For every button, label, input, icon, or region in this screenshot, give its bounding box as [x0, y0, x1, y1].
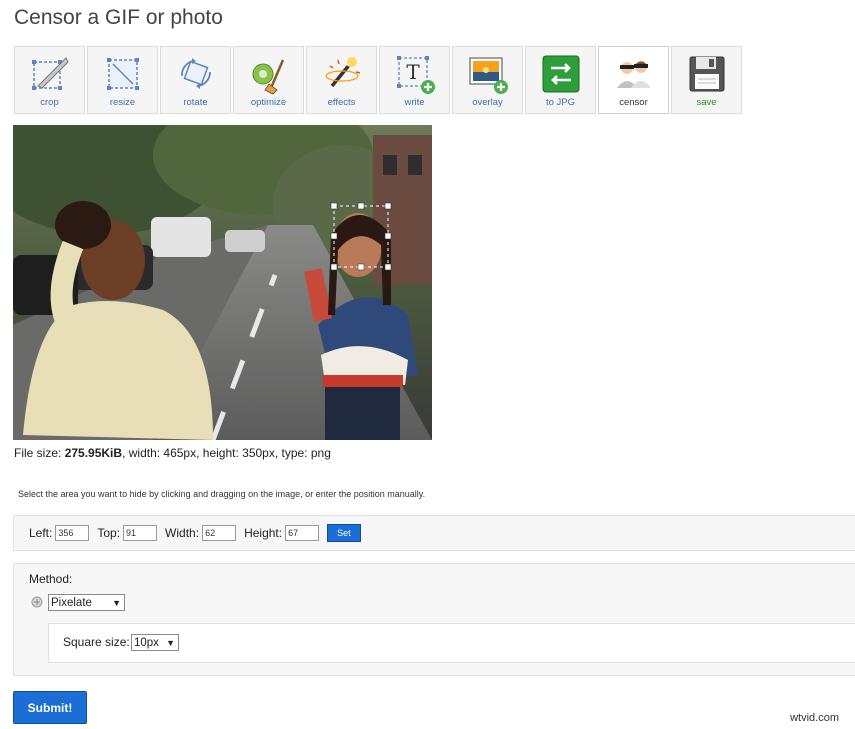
file-info: File size: 275.95KiB, width: 465px, heig… — [14, 446, 331, 460]
svg-text:T: T — [406, 60, 420, 84]
tool-optimize[interactable]: optimize — [233, 46, 304, 114]
tool-label: resize — [88, 97, 157, 108]
optimize-icon — [247, 52, 291, 96]
method-panel: Method: Pixelate ▼ Square size: 10px ▼ — [13, 563, 855, 676]
top-label: Top: — [97, 526, 120, 540]
left-input[interactable] — [55, 525, 89, 541]
file-info-details: , width: 465px, height: 350px, type: png — [122, 446, 331, 460]
position-panel: Left: Top: Width: Height: Set — [13, 515, 855, 551]
method-label: Method: — [29, 572, 72, 586]
instruction-text: Select the area you want to hide by clic… — [18, 489, 425, 499]
tool-overlay[interactable]: overlay — [452, 46, 523, 114]
left-label: Left: — [29, 526, 52, 540]
height-label: Height: — [244, 526, 282, 540]
image-canvas[interactable] — [13, 125, 432, 440]
height-input[interactable] — [285, 525, 319, 541]
page-title: Censor a GIF or photo — [14, 6, 223, 30]
effects-icon — [320, 52, 364, 96]
tool-label: write — [380, 97, 449, 108]
submit-button[interactable]: Submit! — [13, 691, 87, 724]
file-size: 275.95KiB — [65, 446, 122, 460]
square-size-value: 10px — [134, 637, 159, 649]
tool-write[interactable]: T write — [379, 46, 450, 114]
width-input[interactable] — [202, 525, 236, 541]
tool-censor[interactable]: censor — [598, 46, 669, 114]
convert-icon — [539, 52, 583, 96]
top-input[interactable] — [123, 525, 157, 541]
method-radio-icon[interactable] — [31, 596, 43, 608]
chevron-down-icon: ▼ — [166, 638, 175, 648]
overlay-icon — [466, 52, 510, 96]
resize-icon — [101, 52, 145, 96]
tool-label: effects — [307, 97, 376, 108]
file-info-prefix: File size: — [14, 446, 65, 460]
tool-save[interactable]: save — [671, 46, 742, 114]
tool-crop[interactable]: crop — [14, 46, 85, 114]
tool-to-jpg[interactable]: to JPG — [525, 46, 596, 114]
rotate-icon — [174, 52, 218, 96]
method-select-value: Pixelate — [51, 597, 92, 609]
tool-effects[interactable]: effects — [306, 46, 377, 114]
crop-icon — [28, 52, 72, 96]
toolbar: crop resize rotate optimize — [14, 46, 742, 114]
tool-label: optimize — [234, 97, 303, 108]
tool-label: censor — [599, 97, 668, 108]
tool-label: crop — [15, 97, 84, 108]
tool-label: overlay — [453, 97, 522, 108]
save-icon — [685, 52, 729, 96]
square-size-label: Square size: — [63, 635, 130, 649]
censor-icon — [612, 52, 656, 96]
tool-label: save — [672, 97, 741, 108]
tool-label: to JPG — [526, 97, 595, 108]
photo-image[interactable] — [13, 125, 432, 440]
method-select[interactable]: Pixelate ▼ — [48, 594, 125, 611]
tool-label: rotate — [161, 97, 230, 108]
set-button[interactable]: Set — [327, 524, 361, 542]
square-size-panel: Square size: 10px ▼ — [48, 623, 855, 663]
write-icon: T — [393, 52, 437, 96]
width-label: Width: — [165, 526, 199, 540]
watermark: wtvid.com — [790, 712, 839, 724]
tool-resize[interactable]: resize — [87, 46, 158, 114]
square-size-select[interactable]: 10px ▼ — [131, 634, 179, 651]
chevron-down-icon: ▼ — [112, 598, 121, 608]
tool-rotate[interactable]: rotate — [160, 46, 231, 114]
